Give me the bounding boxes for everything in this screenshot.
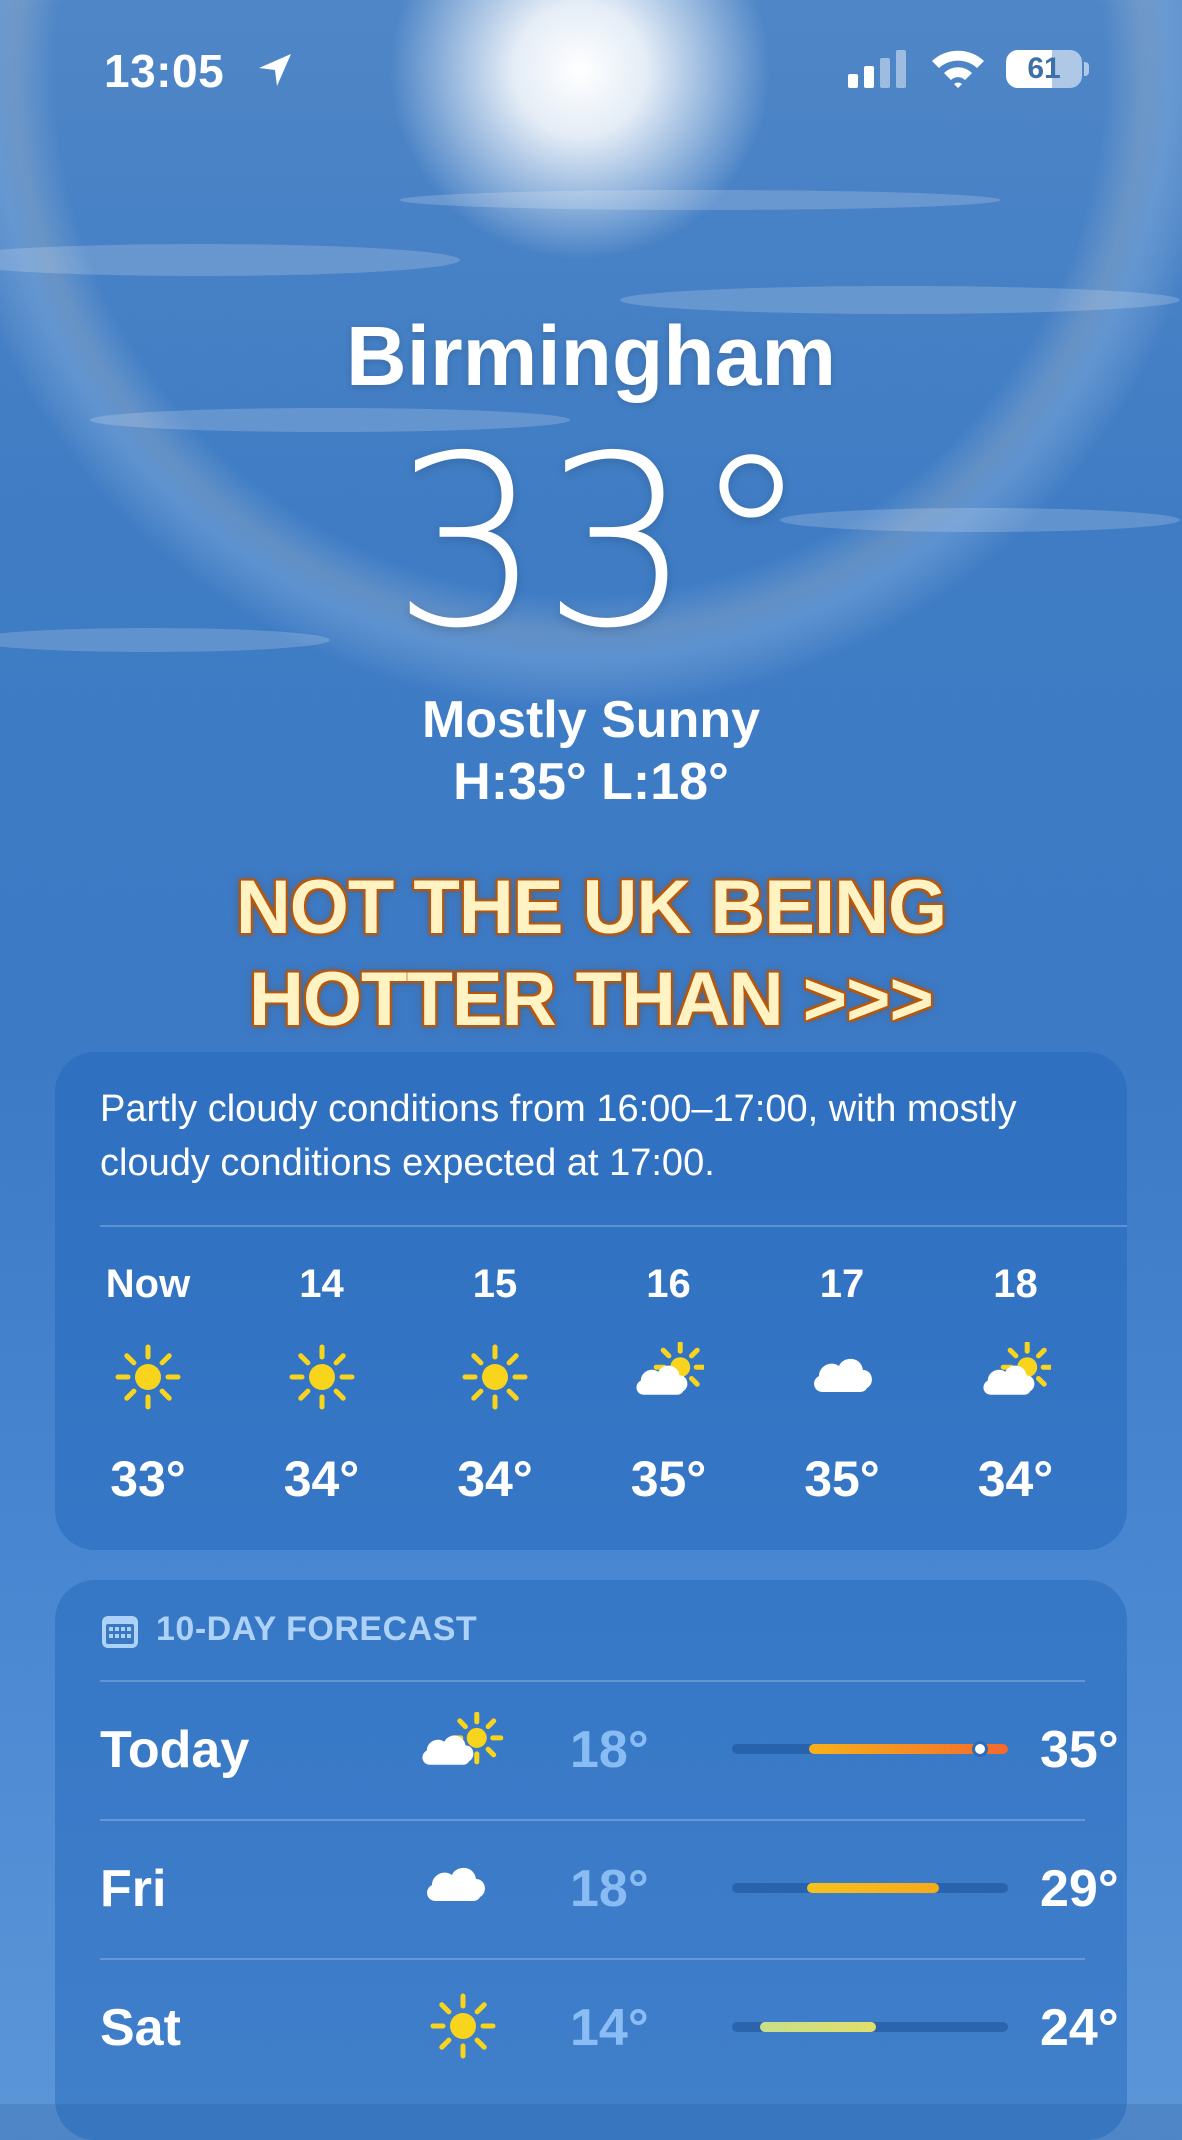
hour-label: 15 <box>472 1262 518 1306</box>
hourly-divider <box>100 1225 1127 1227</box>
hour-temperature: 34° <box>283 1451 360 1507</box>
high-low-temperature: H:35° L:18° <box>453 753 729 811</box>
sun-icon <box>430 1993 496 2059</box>
location-arrow-icon <box>259 54 291 86</box>
day-high-temperature: 35° <box>1040 1721 1119 1779</box>
day-icon-wrap <box>420 1711 506 1784</box>
cloud-icon <box>814 1358 872 1392</box>
caption-line-2: HOTTER THAN >>> <box>249 957 934 1042</box>
temperature-range-bar <box>732 2022 1008 2032</box>
current-condition: Mostly Sunny <box>421 691 761 749</box>
hourly-forecast-card[interactable]: Partly cloudy conditions from 16:00–17:0… <box>55 1052 1127 1550</box>
day-high-temperature: 24° <box>1040 1999 1119 2057</box>
temperature-range-fill <box>806 1883 939 1893</box>
partly-cloudy-icon <box>422 1711 504 1765</box>
hour-icon-wrap <box>287 1342 357 1412</box>
battery-percent: 61 <box>1027 52 1061 85</box>
day-row[interactable]: Fri 18° 29° <box>100 1821 1127 1959</box>
ten-day-forecast-card[interactable]: 10-DAY FORECAST Today 18° 35° Fri 18° 29° Sat 1… <box>55 1580 1127 2140</box>
wifi-icon <box>932 50 984 88</box>
current-temperature: 33° <box>391 405 811 680</box>
partly-cloudy-icon <box>982 1340 1054 1395</box>
cellular-signal-icon <box>848 50 906 88</box>
sun-icon <box>462 1344 528 1410</box>
day-low-temperature: 14° <box>570 1999 649 2057</box>
day-name: Fri <box>100 1860 167 1918</box>
hour-label: Now <box>105 1262 191 1306</box>
hour-icon-wrap <box>807 1342 877 1412</box>
day-icon-wrap <box>420 1851 506 1923</box>
hour-icon-wrap <box>981 1340 1054 1412</box>
battery-body: 61 <box>1006 50 1082 88</box>
partly-cloudy-icon <box>635 1340 707 1395</box>
day-name: Today <box>100 1721 250 1779</box>
status-bar: 13:05 61 <box>0 0 1182 140</box>
cloud-icon <box>427 1867 485 1901</box>
battery-indicator: 61 <box>1006 50 1089 88</box>
calendar-icon <box>102 1616 138 1648</box>
hour-label: 18 <box>993 1262 1038 1306</box>
hour-icon-wrap <box>113 1342 183 1412</box>
ten-day-title: 10-DAY FORECAST <box>156 1610 478 1648</box>
temperature-range-fill <box>759 2022 876 2032</box>
sun-icon <box>115 1344 181 1410</box>
day-row[interactable]: Sat 14° 24° <box>100 1960 1127 2098</box>
hour-temperature: 35° <box>630 1451 707 1507</box>
city-name: Birmingham <box>345 309 837 403</box>
battery-nub <box>1084 62 1089 76</box>
hour-temperature: 35° <box>804 1451 880 1507</box>
hour-temperature: 33° <box>110 1451 186 1507</box>
caption-line-1: NOT THE UK BEING <box>235 865 947 950</box>
temperature-range-bar <box>732 1883 1008 1893</box>
hour-label: 16 <box>646 1262 691 1306</box>
hour-label: 14 <box>299 1262 344 1306</box>
sun-icon <box>289 1344 354 1410</box>
hour-temperature: 34° <box>457 1451 533 1507</box>
hourly-summary: Partly cloudy conditions from 16:00–17:0… <box>100 1088 1017 1184</box>
day-name: Sat <box>100 1999 181 2057</box>
day-row[interactable]: Today 18° 35° <box>100 1682 1127 1820</box>
hour-icon-wrap <box>460 1342 530 1412</box>
day-high-temperature: 29° <box>1040 1860 1119 1918</box>
hour-label: 17 <box>819 1262 865 1306</box>
hour-icon-wrap <box>634 1340 707 1412</box>
status-time: 13:05 <box>104 45 225 97</box>
day-low-temperature: 18° <box>570 1860 649 1918</box>
hour-temperature: 34° <box>977 1451 1054 1507</box>
overlay-caption: NOT THE UK BEING HOTTER THAN >>> <box>0 862 1182 1046</box>
current-temp-marker <box>972 1741 989 1757</box>
day-icon-wrap <box>420 1990 506 2062</box>
temperature-range-bar <box>732 1741 1008 1757</box>
day-low-temperature: 18° <box>570 1721 649 1779</box>
